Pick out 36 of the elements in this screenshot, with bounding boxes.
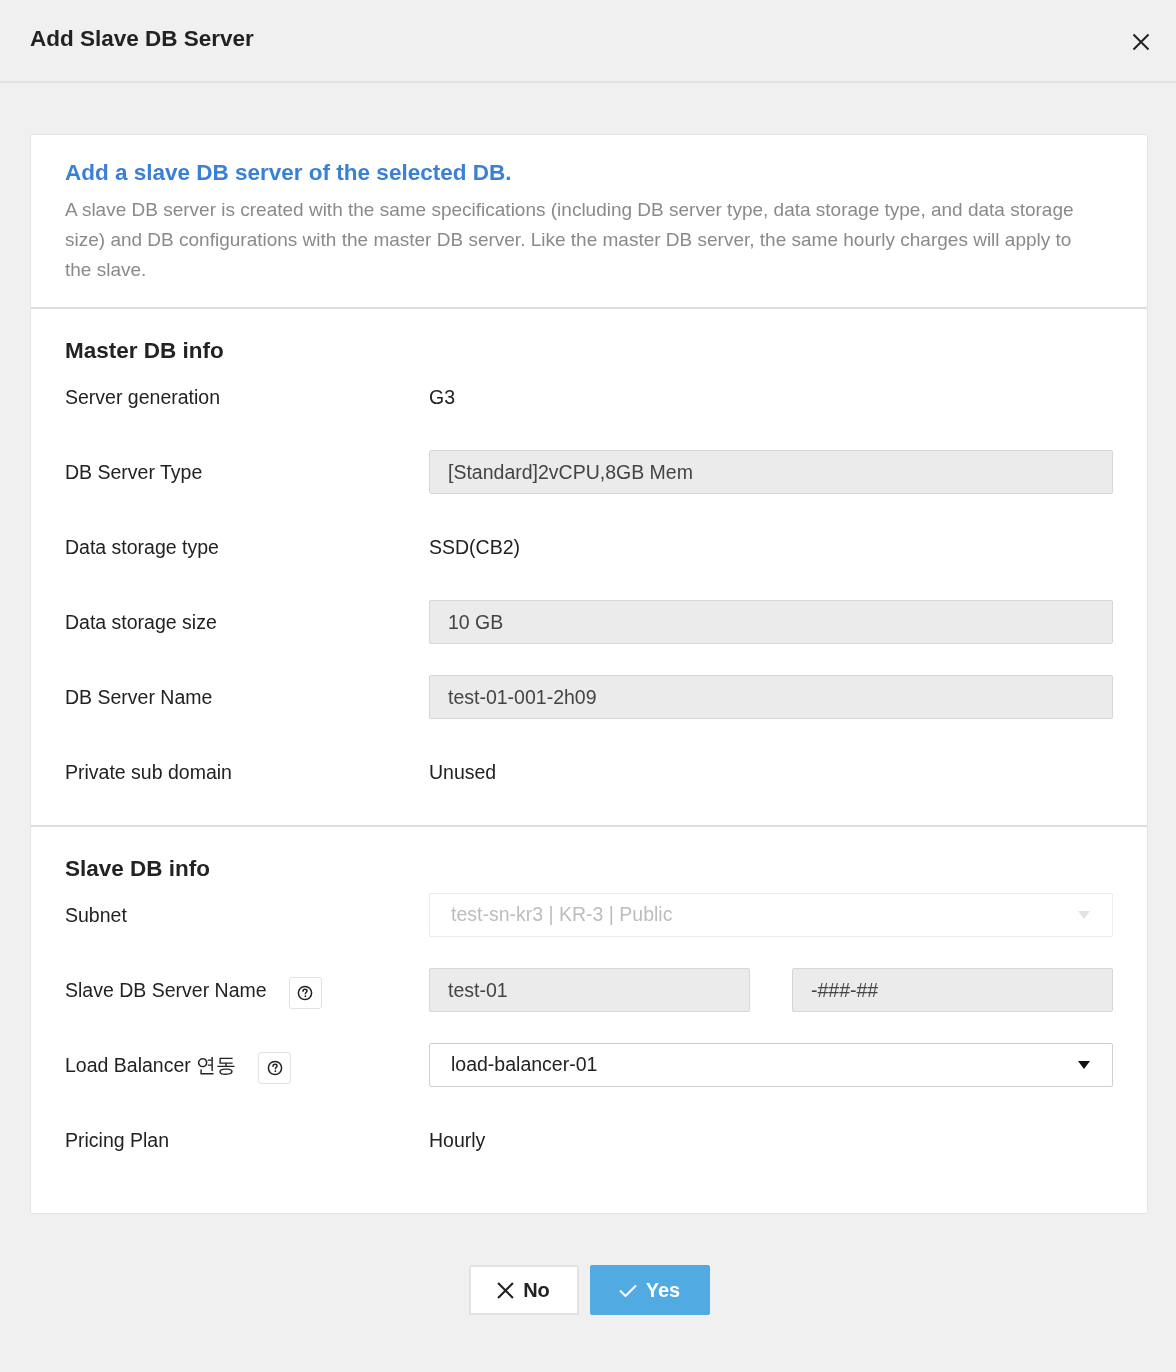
close-icon bbox=[497, 1281, 515, 1299]
caret-icon bbox=[1078, 911, 1090, 919]
close-icon[interactable] bbox=[1132, 33, 1150, 51]
field-label: DB Server Name bbox=[65, 685, 213, 709]
field-value: G3 bbox=[429, 385, 455, 409]
help-button[interactable] bbox=[258, 1052, 292, 1084]
intro-description: A slave DB server is created with the same specifications (including DB server type, data storage type, and data storage size) and DB configurations with the master DB server. Like the master DB server, the same hourly charges will apply to the slave. bbox=[65, 198, 1075, 282]
field-label: Pricing Plan bbox=[65, 1128, 170, 1152]
field-value: SSD(CB2) bbox=[429, 535, 521, 559]
readonly-field[interactable]: test-01-001-2h09 bbox=[429, 675, 1113, 719]
intro-heading: Add a slave DB server of the selected DB. bbox=[65, 159, 513, 187]
readonly-field[interactable]: [Standard]2vCPU,8GB Mem bbox=[429, 450, 1113, 494]
help-icon bbox=[297, 985, 314, 1001]
field-label: Load Balancer 연동 bbox=[65, 1053, 237, 1077]
caret-icon bbox=[1078, 1061, 1090, 1069]
field-value: Hourly bbox=[429, 1128, 486, 1152]
help-button[interactable] bbox=[288, 977, 322, 1009]
field-label: Subnet bbox=[65, 903, 127, 927]
section-title: Master DB info bbox=[65, 337, 225, 365]
help-icon bbox=[266, 1060, 283, 1076]
select-field[interactable]: load-balancer-01 bbox=[429, 1043, 1113, 1087]
checkmark-icon bbox=[618, 1283, 637, 1297]
field-label: DB Server Type bbox=[65, 460, 203, 484]
field-label: Data storage size bbox=[65, 610, 217, 634]
field-label: Private sub domain bbox=[65, 760, 232, 784]
readonly-field[interactable]: 10 GB bbox=[429, 600, 1113, 644]
readonly-field[interactable]: test-01 bbox=[429, 968, 750, 1012]
field-label: Slave DB Server Name bbox=[65, 978, 267, 1002]
section-title: Slave DB info bbox=[65, 855, 212, 883]
select-field: test-sn-kr3 | KR-3 | Public bbox=[429, 893, 1113, 937]
no-button[interactable]: No bbox=[468, 1265, 579, 1315]
readonly-field[interactable]: -###-## bbox=[792, 968, 1113, 1012]
field-value: Unused bbox=[429, 760, 497, 784]
field-label: Data storage type bbox=[65, 535, 219, 559]
field-label: Server generation bbox=[65, 385, 220, 409]
dialog-title: Add Slave DB Server bbox=[30, 25, 254, 53]
